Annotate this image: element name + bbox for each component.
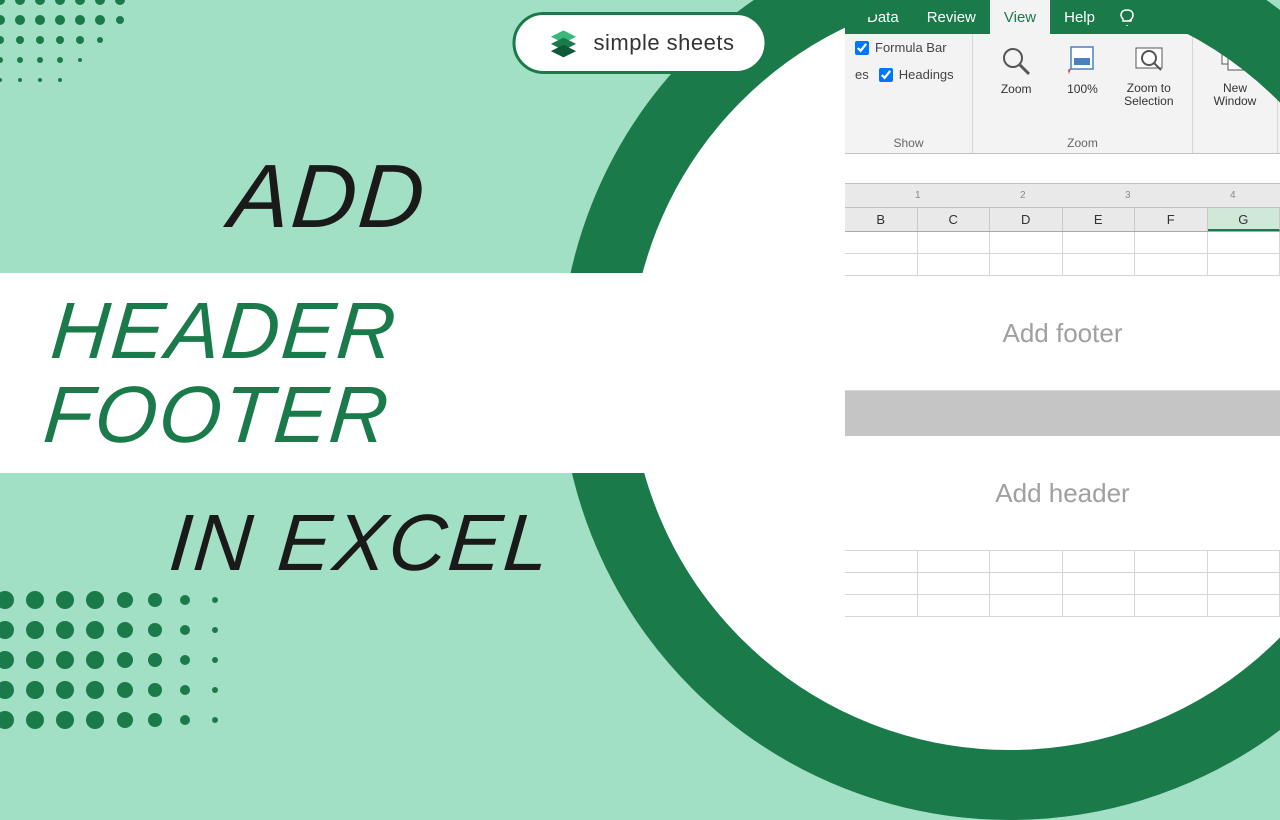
headline-line3: IN EXCEL [166,501,663,585]
headline-line2: HEADER FOOTER [41,289,634,457]
logo-text: simple sheets [593,30,734,56]
ring-decoration [560,0,1280,820]
logo: simple sheets [512,12,767,74]
decorative-dots-bottomleft [0,580,250,730]
headline: ADD HEADER FOOTER IN EXCEL [0,150,660,585]
logo-icon [545,25,581,61]
headline-line1: ADD [226,150,664,245]
